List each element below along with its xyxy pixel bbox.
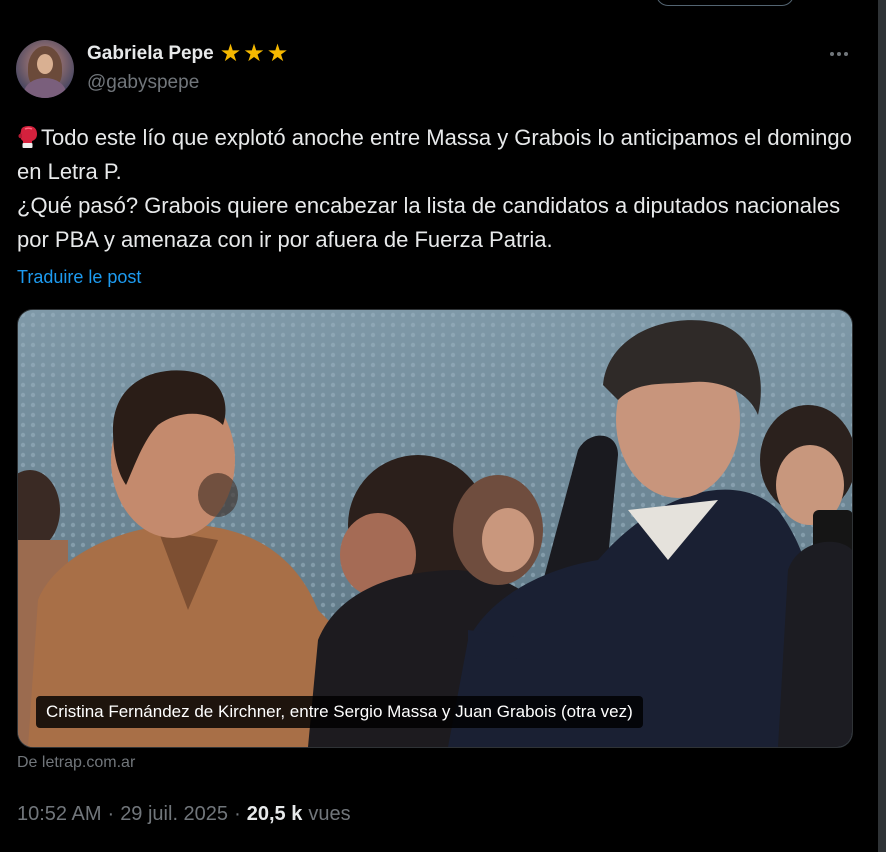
author-display-name[interactable]: Gabriela Pepe	[87, 43, 214, 65]
more-options-icon[interactable]	[824, 42, 854, 66]
meta-separator: ·	[107, 803, 115, 825]
meta-separator: ·	[234, 803, 241, 825]
tweet-line-2: ¿Qué pasó? Grabois quiere encabezar la l…	[17, 193, 841, 252]
news-photo	[18, 310, 852, 747]
star-icon: ★	[266, 40, 289, 67]
tweet-date[interactable]: 29 juil. 2025	[120, 803, 228, 826]
views-count: 20,5 k	[246, 803, 303, 825]
author-handle[interactable]: @gabyspepe	[87, 72, 199, 94]
star-icon: ★	[219, 40, 242, 67]
author-name-row: Gabriela Pepe ★ ★ ★	[87, 42, 288, 66]
media-caption: Cristina Fernández de Kirchner, entre Se…	[36, 696, 643, 728]
tweet-line-1: Todo este lío que explotó anoche entre M…	[17, 121, 857, 189]
top-button-fragment[interactable]	[656, 0, 794, 6]
badge-stars: ★ ★ ★	[220, 42, 289, 66]
views-label: vues	[308, 803, 351, 825]
boxing-glove-icon	[18, 126, 37, 148]
tweet-meta: 10:52 AM · 29 juil. 2025 · 20,5 k vues	[17, 803, 351, 826]
media-image[interactable]: Cristina Fernández de Kirchner, entre Se…	[17, 309, 853, 748]
translate-post-link[interactable]: Traduire le post	[17, 267, 141, 288]
scrollbar-track[interactable]	[878, 0, 886, 852]
tweet-line-1-text: Todo este lío que explotó anoche entre M…	[17, 125, 852, 184]
tweet-text: Todo este lío que explotó anoche entre M…	[17, 121, 857, 257]
star-icon: ★	[243, 40, 265, 67]
tweet-time[interactable]: 10:52 AM	[17, 803, 102, 826]
avatar[interactable]	[16, 40, 74, 98]
media-source-link[interactable]: De letrap.com.ar	[17, 754, 135, 772]
